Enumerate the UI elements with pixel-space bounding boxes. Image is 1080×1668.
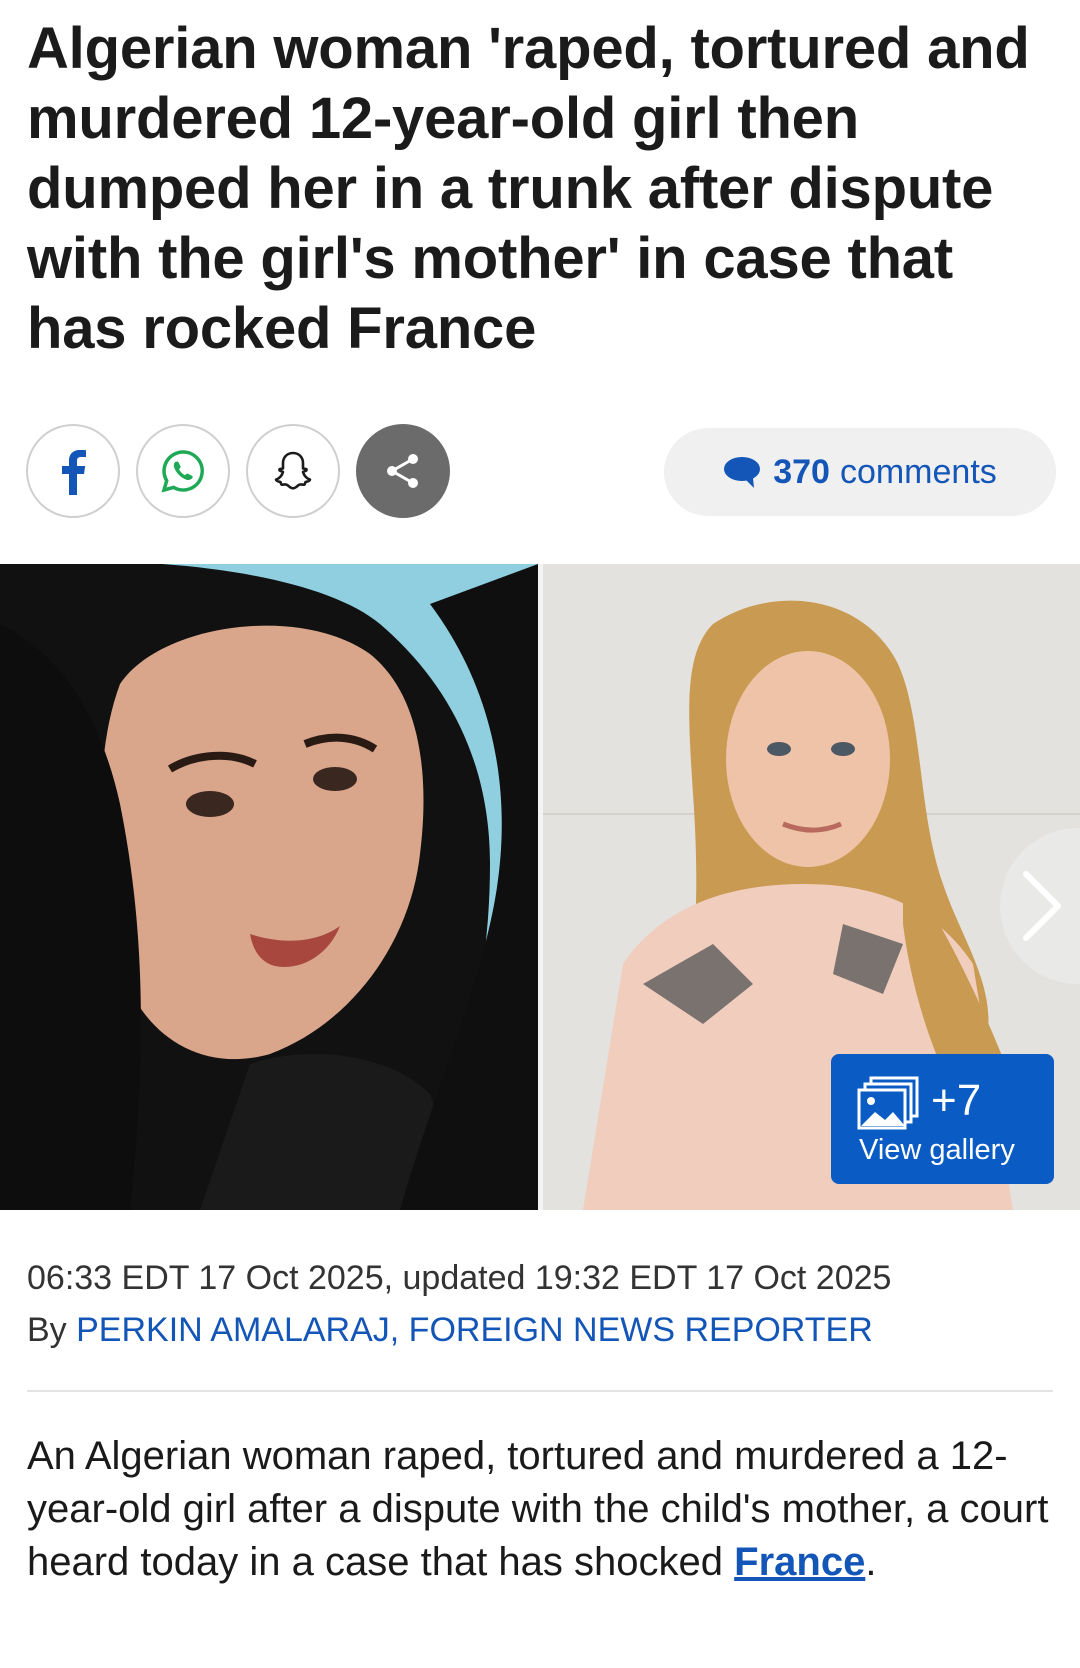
gallery-label: View gallery xyxy=(859,1134,1015,1166)
body-text-lead: An Algerian woman raped, tortured and mu… xyxy=(27,1434,1049,1584)
hero-images: +7 View gallery xyxy=(0,564,1080,1210)
snapchat-icon xyxy=(274,451,312,490)
facebook-icon xyxy=(62,450,86,495)
whatsapp-icon xyxy=(161,450,204,493)
view-gallery-button[interactable]: +7 View gallery xyxy=(831,1054,1054,1184)
comments-count: 370 xyxy=(773,452,830,491)
france-topic-link[interactable]: France xyxy=(734,1540,865,1584)
gallery-icon xyxy=(857,1076,919,1130)
share-bar: 370 comments xyxy=(26,424,1056,522)
gallery-count: +7 xyxy=(931,1076,982,1125)
more-share-button[interactable] xyxy=(356,424,450,518)
woman-photo[interactable] xyxy=(0,564,538,1210)
byline: By PERKIN AMALARAJ, FOREIGN NEWS REPORTE… xyxy=(27,1304,1057,1356)
article-headline: Algerian woman 'raped, tortured and murd… xyxy=(27,16,1030,361)
article-body-paragraph: An Algerian woman raped, tortured and mu… xyxy=(27,1430,1057,1589)
author-link[interactable]: PERKIN AMALARAJ, FOREIGN NEWS REPORTER xyxy=(76,1311,873,1349)
snapchat-share-button[interactable] xyxy=(246,424,340,518)
article-meta: 06:33 EDT 17 Oct 2025, updated 19:32 EDT… xyxy=(27,1252,1057,1356)
woman-portrait-image xyxy=(0,564,538,1210)
share-icon xyxy=(387,454,418,488)
byline-prefix: By xyxy=(27,1311,77,1349)
body-text-end: . xyxy=(865,1540,877,1584)
whatsapp-share-button[interactable] xyxy=(136,424,230,518)
divider xyxy=(27,1390,1053,1392)
comment-bubble-icon xyxy=(724,457,761,488)
comments-label: comments xyxy=(839,452,997,491)
chevron-right-icon xyxy=(1023,871,1061,941)
publish-timestamp: 06:33 EDT 17 Oct 2025, updated 19:32 EDT… xyxy=(27,1259,892,1297)
comments-button[interactable]: 370 comments xyxy=(664,428,1056,516)
facebook-share-button[interactable] xyxy=(26,424,120,518)
